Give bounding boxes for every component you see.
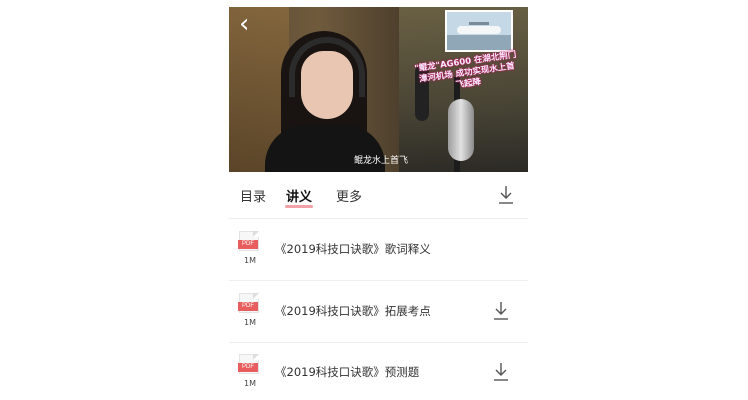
microphone bbox=[448, 99, 474, 161]
video-subtitle: 鲲龙水上首飞 bbox=[354, 156, 409, 166]
pdf-file-icon: PDF 1M bbox=[238, 231, 261, 267]
file-size: 1M bbox=[244, 318, 256, 327]
video-player[interactable]: ‹ "鲲龙"AG600 在湖北荆门漳河机场 成功实现水上首飞起降 鲲龙水上首飞 bbox=[229, 7, 528, 172]
active-tab-indicator bbox=[285, 205, 313, 208]
tab-bar: 目录 讲义 更多 bbox=[229, 172, 528, 219]
chevron-left-icon[interactable]: ‹ bbox=[239, 11, 249, 37]
tab-more[interactable]: 更多 bbox=[336, 186, 362, 205]
download-icon[interactable] bbox=[492, 362, 510, 382]
pdf-file-icon: PDF 1M bbox=[238, 354, 261, 390]
download-icon[interactable] bbox=[497, 185, 515, 205]
pdf-file-icon: PDF 1M bbox=[238, 293, 261, 329]
file-title: 《2019科技口诀歌》拓展考点 bbox=[275, 304, 431, 318]
file-title: 《2019科技口诀歌》预测题 bbox=[275, 365, 420, 379]
list-item[interactable]: PDF 1M 《2019科技口诀歌》歌词释义 bbox=[229, 219, 528, 281]
file-title: 《2019科技口诀歌》歌词释义 bbox=[275, 242, 431, 256]
file-size: 1M bbox=[244, 379, 256, 388]
tab-handout[interactable]: 讲义 bbox=[286, 186, 312, 205]
app-screen: ‹ "鲲龙"AG600 在湖北荆门漳河机场 成功实现水上首飞起降 鲲龙水上首飞 … bbox=[229, 0, 528, 400]
file-size: 1M bbox=[244, 256, 256, 265]
list-item[interactable]: PDF 1M 《2019科技口诀歌》拓展考点 bbox=[229, 281, 528, 343]
list-item[interactable]: PDF 1M 《2019科技口诀歌》预测题 bbox=[229, 342, 528, 400]
tab-catalog[interactable]: 目录 bbox=[240, 186, 266, 205]
download-icon[interactable] bbox=[492, 301, 510, 321]
inset-thumbnail bbox=[445, 10, 513, 52]
